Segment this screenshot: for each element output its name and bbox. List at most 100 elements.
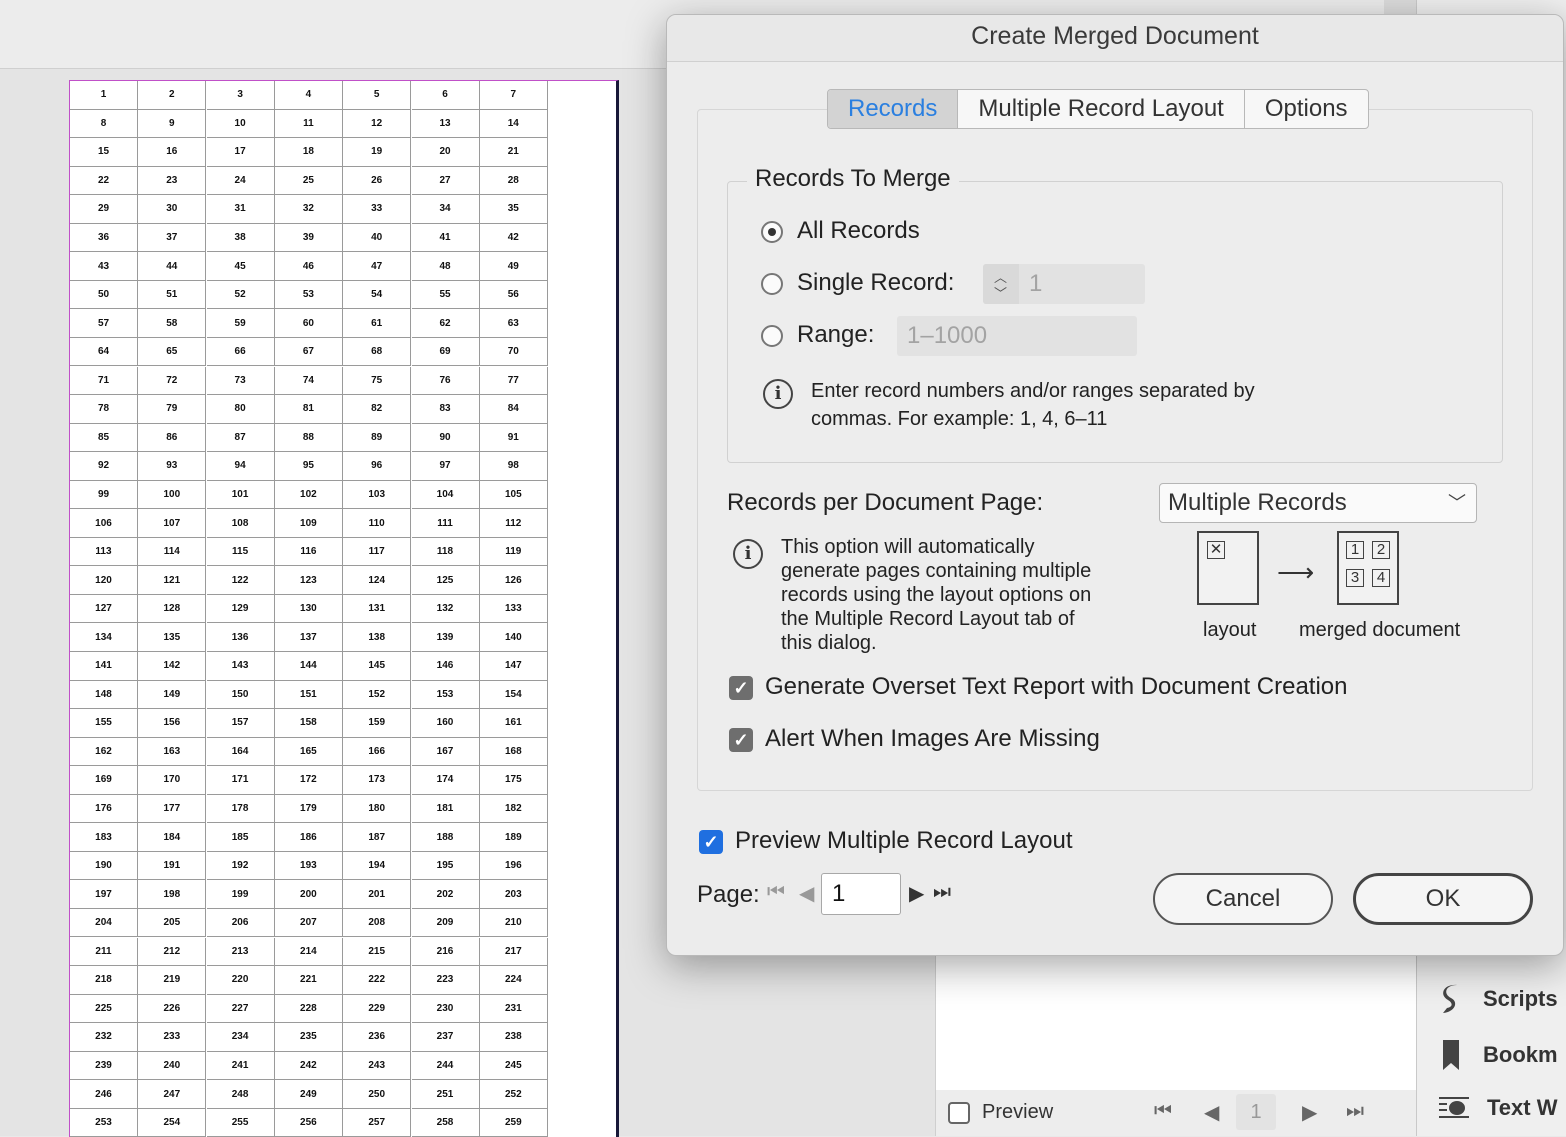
table-cell: 199 bbox=[206, 880, 275, 909]
table-cell: 31 bbox=[206, 195, 275, 224]
table-cell: 256 bbox=[274, 1108, 343, 1137]
table-cell: 51 bbox=[138, 280, 207, 310]
text-wrap-icon bbox=[1439, 1097, 1469, 1118]
table-cell: 135 bbox=[138, 623, 207, 652]
single-record-radio[interactable] bbox=[761, 273, 783, 295]
prev-page-icon[interactable]: ◀ bbox=[799, 881, 814, 906]
preview-checkbox[interactable] bbox=[948, 1102, 970, 1124]
table-cell: 136 bbox=[206, 623, 275, 652]
tab-options[interactable]: Options bbox=[1245, 90, 1368, 128]
first-page-icon[interactable]: ⏮ bbox=[1154, 1100, 1172, 1123]
page-field[interactable]: 1 bbox=[821, 873, 901, 915]
first-page-icon[interactable]: ⏮ bbox=[767, 881, 785, 904]
table-cell: 225 bbox=[70, 994, 138, 1024]
preview-panel-body bbox=[936, 940, 1416, 1091]
table-cell: 204 bbox=[70, 908, 138, 938]
merged-cell: 3 bbox=[1346, 569, 1364, 587]
table-cell: 150 bbox=[206, 680, 275, 710]
table-cell: 217 bbox=[479, 937, 548, 966]
table-cell: 108 bbox=[206, 509, 275, 538]
merged-document-diagram-icon: 1 2 3 4 bbox=[1337, 531, 1399, 605]
create-merged-document-dialog: Create Merged Document Records Multiple … bbox=[666, 14, 1564, 956]
records-per-page-select[interactable]: Multiple Records ﹀ bbox=[1159, 483, 1477, 523]
table-cell: 33 bbox=[343, 195, 412, 224]
table-cell: 193 bbox=[274, 851, 343, 881]
last-page-icon[interactable]: ⏭ bbox=[933, 881, 951, 904]
single-record-label: Single Record: bbox=[797, 269, 955, 296]
table-cell: 4 bbox=[274, 81, 343, 110]
table-cell: 6 bbox=[411, 81, 480, 110]
range-radio[interactable] bbox=[761, 325, 783, 347]
table-cell: 248 bbox=[206, 1080, 275, 1109]
table-cell: 158 bbox=[274, 709, 343, 738]
table-cell: 142 bbox=[138, 652, 207, 681]
document-page: 1 2 3 4 5 6 7 8 9 10 11 12 13 14 15 16 17 18 19 20 21 22 23 24 2… bbox=[69, 80, 619, 1137]
table-cell: 61 bbox=[343, 309, 412, 338]
all-records-radio[interactable] bbox=[761, 221, 783, 243]
table-cell: 133 bbox=[479, 594, 548, 624]
table-cell: 221 bbox=[274, 966, 343, 995]
table-cell: 12 bbox=[343, 109, 412, 139]
records-per-page-value: Multiple Records bbox=[1168, 489, 1347, 516]
table-cell: 144 bbox=[274, 652, 343, 681]
table-cell: 143 bbox=[206, 652, 275, 681]
table-cell: 83 bbox=[411, 395, 480, 424]
table-cell: 72 bbox=[138, 366, 207, 395]
table-cell: 111 bbox=[411, 509, 480, 538]
table-cell: 10 bbox=[206, 109, 275, 139]
table-cell: 90 bbox=[411, 423, 480, 453]
prev-page-icon[interactable]: ◀ bbox=[1204, 1100, 1219, 1125]
table-cell: 7 bbox=[479, 81, 548, 110]
tab-records[interactable]: Records bbox=[828, 90, 959, 128]
range-field[interactable]: 1–1000 bbox=[897, 316, 1137, 356]
table-cell: 77 bbox=[479, 366, 548, 395]
next-page-icon[interactable]: ▶ bbox=[909, 881, 924, 906]
last-page-icon[interactable]: ⏭ bbox=[1346, 1100, 1364, 1123]
table-cell: 201 bbox=[343, 880, 412, 909]
info-line: this dialog. bbox=[781, 632, 877, 654]
side-item-scripts[interactable]: Scripts bbox=[1437, 982, 1558, 1016]
table-cell: 185 bbox=[206, 823, 275, 852]
cancel-button[interactable]: Cancel bbox=[1153, 873, 1333, 925]
table-cell: 147 bbox=[479, 652, 548, 681]
overset-report-checkbox[interactable]: ✓ bbox=[729, 676, 753, 700]
table-cell: 97 bbox=[411, 452, 480, 481]
table-cell: 112 bbox=[479, 509, 548, 538]
side-item-bookmarks[interactable]: Bookm bbox=[1437, 1038, 1558, 1072]
table-cell: 110 bbox=[343, 509, 412, 538]
side-item-text-wrap[interactable]: Text W bbox=[1437, 1094, 1557, 1122]
table-cell: 127 bbox=[70, 594, 138, 624]
table-cell: 60 bbox=[274, 309, 343, 338]
table-cell: 252 bbox=[479, 1080, 548, 1109]
layout-caption: layout bbox=[1203, 619, 1257, 641]
missing-images-checkbox[interactable]: ✓ bbox=[729, 728, 753, 752]
table-cell: 109 bbox=[274, 509, 343, 538]
scrollbar-stub bbox=[1384, 0, 1416, 15]
placeholder-frame-icon: ✕ bbox=[1207, 541, 1225, 559]
arrow-right-icon: ⟶ bbox=[1277, 557, 1315, 587]
table-cell: 255 bbox=[206, 1108, 275, 1137]
preview-page-field[interactable]: 1 bbox=[1236, 1094, 1276, 1130]
table-cell: 223 bbox=[411, 966, 480, 995]
table-cell: 157 bbox=[206, 709, 275, 738]
table-cell: 212 bbox=[138, 937, 207, 966]
table-cell: 241 bbox=[206, 1051, 275, 1081]
table-cell: 54 bbox=[343, 280, 412, 310]
table-cell: 175 bbox=[479, 766, 548, 795]
table-cell: 63 bbox=[479, 309, 548, 338]
ok-button[interactable]: OK bbox=[1353, 873, 1533, 925]
records-info-line-1: Enter record numbers and/or ranges separ… bbox=[811, 380, 1255, 402]
single-record-stepper[interactable]: ︿ ﹀ bbox=[983, 264, 1019, 304]
table-cell: 134 bbox=[70, 623, 138, 652]
next-page-icon[interactable]: ▶ bbox=[1302, 1100, 1317, 1125]
table-cell: 163 bbox=[138, 737, 207, 767]
table-cell: 56 bbox=[479, 280, 548, 310]
tab-multiple-record-layout[interactable]: Multiple Record Layout bbox=[958, 90, 1245, 128]
table-cell: 224 bbox=[479, 966, 548, 995]
table-cell: 103 bbox=[343, 480, 412, 510]
table-cell: 240 bbox=[138, 1051, 207, 1081]
table-cell: 230 bbox=[411, 994, 480, 1024]
preview-layout-checkbox[interactable]: ✓ bbox=[699, 830, 723, 854]
table-cell: 116 bbox=[274, 537, 343, 567]
side-item-label: Text W bbox=[1487, 1095, 1558, 1120]
